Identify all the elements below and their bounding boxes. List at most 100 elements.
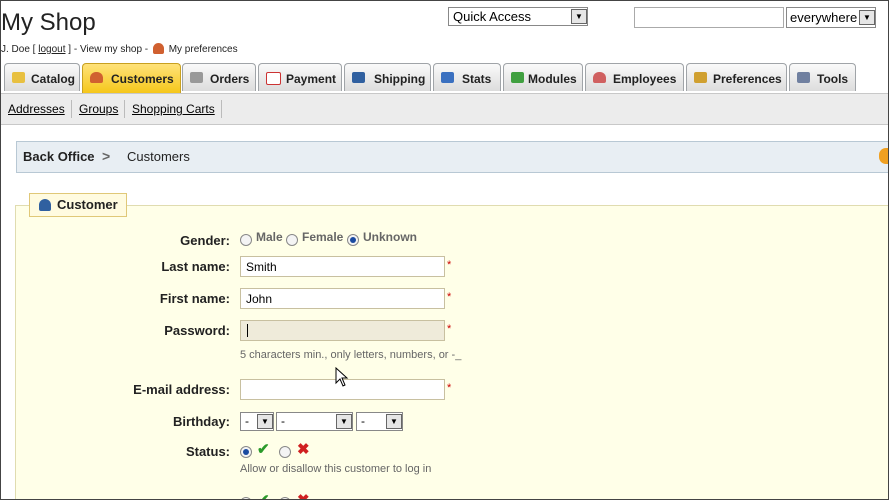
tab-preferences[interactable]: Preferences [686, 63, 787, 91]
lastname-label: Last name: [161, 259, 230, 274]
app-window: My Shop J. Doe [ logout ] - View my shop… [0, 0, 889, 500]
tab-label: Stats [462, 72, 492, 86]
cart-icon [190, 72, 203, 83]
lastname-value: Smith [246, 260, 277, 274]
logout-link[interactable]: logout [38, 44, 65, 55]
cross-icon: ✖ [297, 441, 310, 458]
text-caret [247, 324, 248, 337]
search-scope-select[interactable]: everywhere ▼ [786, 7, 876, 28]
wrench-icon [797, 72, 810, 83]
email-label: E-mail address: [133, 382, 230, 397]
tab-orders[interactable]: Orders [182, 63, 256, 91]
tab-catalog[interactable]: Catalog [4, 63, 80, 91]
puzzle-icon [511, 72, 524, 83]
truck-icon [352, 72, 365, 83]
chevron-down-icon[interactable]: ▼ [386, 414, 402, 429]
birthday-month-select[interactable]: - ▼ [276, 412, 353, 431]
firstname-label: First name: [159, 291, 230, 306]
tab-tools[interactable]: Tools [789, 63, 856, 91]
check-icon: ✔ [257, 491, 270, 499]
tab-stats[interactable]: Stats [433, 63, 501, 91]
tab-label: Tools [817, 72, 849, 86]
required-marker: * [447, 291, 452, 303]
form-legend: Customer [29, 193, 127, 217]
birthday-year-value: - [361, 414, 365, 428]
gender-female-radio[interactable] [286, 234, 298, 246]
chevron-down-icon[interactable]: ▼ [571, 9, 587, 24]
main-tabs: Catalog Customers Orders Payment Shippin… [1, 61, 888, 93]
tab-label: Catalog [31, 72, 76, 86]
chevron-right-icon: > [102, 148, 111, 164]
legend-title: Customer [57, 197, 118, 212]
status-enabled-radio[interactable] [240, 446, 252, 458]
divider [71, 100, 72, 118]
chevron-down-icon[interactable]: ▼ [859, 10, 875, 25]
breadcrumb: Back Office > Customers [16, 141, 888, 173]
employee-icon [593, 72, 606, 83]
preferences-user-icon [152, 43, 164, 54]
subnav-groups[interactable]: Groups [79, 102, 118, 116]
breadcrumb-root[interactable]: Back Office [23, 149, 95, 164]
gender-unknown-label: Unknown [363, 230, 417, 244]
tab-label: Customers [111, 72, 174, 86]
birthday-day-select[interactable]: - ▼ [240, 412, 274, 431]
quick-access-value: Quick Access [453, 9, 532, 24]
user-name: J. Doe [ [1, 44, 36, 55]
divider [124, 100, 125, 118]
birthday-day-value: - [245, 414, 249, 428]
required-marker: * [447, 323, 452, 335]
user-line: J. Doe [ logout ] - View my shop - My pr… [1, 43, 238, 55]
status-label: Status: [185, 444, 230, 459]
view-shop-link[interactable]: ] - View my shop - [68, 44, 148, 55]
tab-customers[interactable]: Customers [82, 63, 181, 93]
preferences-icon [694, 72, 707, 83]
search-scope-value: everywhere [790, 10, 858, 25]
password-hint: 5 characters min., only letters, numbers… [240, 349, 462, 361]
firstname-value: John [246, 292, 273, 306]
tab-employees[interactable]: Employees [585, 63, 684, 91]
folder-icon [12, 72, 25, 83]
subnav-shopping-carts[interactable]: Shopping Carts [132, 102, 215, 116]
firstname-input[interactable]: John [240, 288, 445, 309]
chart-icon [441, 72, 454, 83]
cross-icon: ✖ [297, 491, 310, 499]
birthday-month-value: - [281, 414, 285, 428]
tab-payment[interactable]: Payment [258, 63, 342, 91]
gender-female-label: Female [302, 230, 344, 244]
breadcrumb-current: Customers [127, 149, 190, 164]
my-preferences-link[interactable]: My preferences [169, 44, 238, 55]
password-label: Password: [164, 323, 230, 338]
gender-male-label: Male [256, 230, 283, 244]
tab-modules[interactable]: Modules [503, 63, 583, 91]
tab-label: Payment [286, 72, 337, 86]
payment-icon [266, 72, 281, 85]
tab-label: Orders [210, 72, 250, 86]
subnav-addresses[interactable]: Addresses [8, 102, 65, 116]
password-input[interactable] [240, 320, 445, 341]
help-icon[interactable] [879, 148, 888, 164]
mouse-cursor-icon [335, 367, 349, 387]
tab-label: Employees [613, 72, 677, 86]
birthday-label: Birthday: [172, 414, 230, 429]
search-input[interactable] [634, 7, 784, 28]
required-marker: * [447, 259, 452, 271]
lastname-input[interactable]: Smith [240, 256, 445, 277]
status-hint: Allow or disallow this customer to log i… [240, 463, 432, 475]
user-icon [90, 72, 103, 83]
chevron-down-icon[interactable]: ▼ [336, 414, 352, 429]
user-icon [39, 199, 51, 211]
status-disabled-radio[interactable] [279, 446, 291, 458]
quick-access-select[interactable]: Quick Access ▼ [448, 7, 588, 26]
required-marker: * [447, 382, 452, 394]
tab-label: Modules [528, 72, 577, 86]
tab-shipping[interactable]: Shipping [344, 63, 431, 91]
gender-male-radio[interactable] [240, 234, 252, 246]
chevron-down-icon[interactable]: ▼ [257, 414, 273, 429]
divider [221, 100, 222, 118]
gender-unknown-radio[interactable] [347, 234, 359, 246]
tab-label: Shipping [374, 72, 426, 86]
gender-label: Gender: [180, 233, 230, 248]
sub-navigation: Addresses Groups Shopping Carts [1, 93, 888, 125]
birthday-year-select[interactable]: - ▼ [356, 412, 403, 431]
tab-label: Preferences [713, 72, 782, 86]
